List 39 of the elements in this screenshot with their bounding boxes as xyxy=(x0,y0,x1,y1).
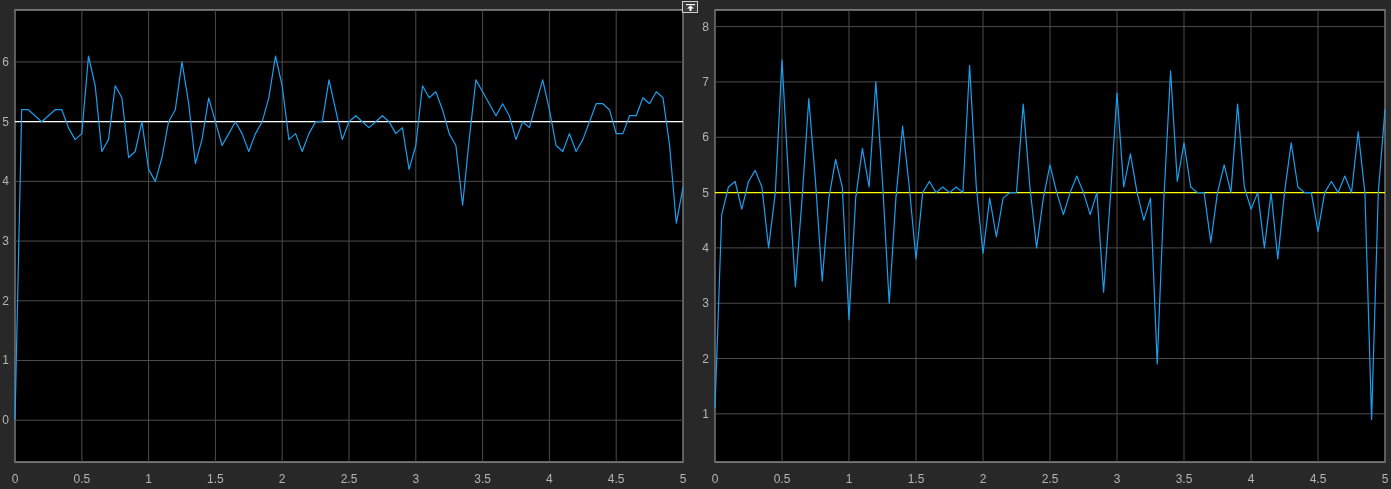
tick-label: 4 xyxy=(2,174,9,189)
tick-label: 1 xyxy=(2,353,9,368)
tick-label: 5 xyxy=(702,185,709,200)
tick-label: 0.5 xyxy=(773,472,791,486)
tick-label: 0 xyxy=(2,413,9,428)
tick-label: 3 xyxy=(2,234,9,249)
tick-label: 1.5 xyxy=(907,472,925,486)
tick-label: 4 xyxy=(546,472,553,486)
tick-label: 6 xyxy=(2,54,9,69)
undock-button[interactable] xyxy=(682,1,698,13)
tick-label: 3.5 xyxy=(1175,472,1193,486)
tick-label: 8 xyxy=(702,19,709,34)
tick-label: 4 xyxy=(702,240,709,255)
tick-label: 2 xyxy=(278,472,286,486)
tick-label: 5 xyxy=(679,472,686,486)
tick-label: 2.5 xyxy=(1041,472,1059,486)
tick-label: 0.5 xyxy=(73,472,91,486)
tick-label: 5 xyxy=(2,114,9,129)
tick-label: 5 xyxy=(1381,472,1389,486)
tick-label: 1 xyxy=(702,406,709,421)
tick-label: 3 xyxy=(412,472,420,486)
tick-label: 4 xyxy=(1247,472,1255,486)
tick-label: 6 xyxy=(702,130,709,145)
tick-label: 1.5 xyxy=(207,472,224,486)
tick-label: 7 xyxy=(702,74,709,89)
tick-label: 3 xyxy=(702,296,709,311)
tick-label: 2 xyxy=(702,351,709,366)
tick-label: 3 xyxy=(1113,472,1121,486)
tick-label: 2.5 xyxy=(340,472,358,486)
tick-label: 0 xyxy=(711,472,719,486)
tick-label: 3.5 xyxy=(474,472,491,486)
tick-label: 4.5 xyxy=(1309,472,1327,486)
tick-label: 2 xyxy=(979,472,987,486)
tick-label: 0 xyxy=(11,472,19,486)
tick-label: 4.5 xyxy=(607,472,625,486)
arrow-up-icon xyxy=(685,3,695,11)
tick-label: 1 xyxy=(145,472,152,486)
tick-label: 1 xyxy=(845,472,853,486)
tick-label: 2 xyxy=(2,293,9,308)
